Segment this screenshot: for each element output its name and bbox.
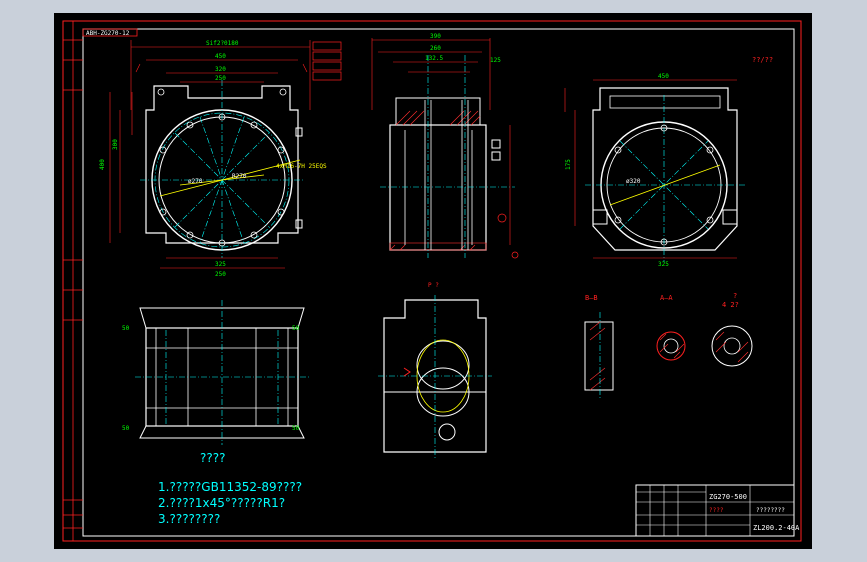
svg-text:300: 300	[112, 139, 119, 150]
svg-text:R270: R270	[232, 173, 247, 180]
drawing-canvas[interactable]	[54, 13, 812, 549]
svg-text:175: 175	[565, 159, 572, 170]
note-2: 2.????1x45°?????R1?	[158, 496, 285, 510]
svg-text:50: 50	[292, 325, 300, 332]
note-3: 3.????????	[158, 512, 220, 526]
svg-text:400: 400	[99, 159, 106, 170]
svg-text:250: 250	[215, 271, 226, 278]
svg-text:ø270: ø270	[188, 178, 203, 185]
svg-text:320: 320	[215, 66, 226, 73]
cad-drawing: ABH-ZG270-12 Sif2?0180 450 320 250 400 3…	[0, 0, 867, 562]
corner-code: ABH-ZG270-12	[86, 30, 130, 37]
svg-text:Sif2?0180: Sif2?0180	[206, 40, 239, 47]
title-model: ZG270-500	[709, 493, 747, 501]
svg-text:?: ?	[733, 292, 737, 300]
svg-text:A—A: A—A	[660, 294, 673, 302]
svg-text:4xM16-7H 25EQS: 4xM16-7H 25EQS	[276, 163, 327, 170]
svg-text:260: 260	[430, 45, 441, 52]
title-name: ????????	[756, 507, 785, 514]
svg-text:B—B: B—B	[585, 294, 598, 302]
svg-text:390: 390	[430, 33, 441, 40]
svg-text:132.5: 132.5	[425, 55, 443, 62]
svg-text:4 2?: 4 2?	[722, 301, 739, 309]
title-small: ????	[709, 507, 724, 514]
svg-text:ø320: ø320	[626, 178, 641, 185]
view-p-label: P ?	[428, 282, 439, 289]
svg-text:325: 325	[658, 261, 669, 268]
note-1: 1.?????GB11352-89????	[158, 480, 302, 494]
svg-text:250: 250	[215, 75, 226, 82]
svg-text:50: 50	[122, 425, 130, 432]
svg-text:50: 50	[292, 425, 300, 432]
svg-text:325: 325	[215, 261, 226, 268]
tech-title: ????	[200, 451, 225, 465]
svg-text:450: 450	[658, 73, 669, 80]
svg-text:450: 450	[215, 53, 226, 60]
svg-text:50: 50	[122, 325, 130, 332]
svg-text:125: 125	[490, 57, 501, 64]
roughness-note: ??/??	[752, 56, 773, 64]
title-code: ZL200.2-40A	[753, 524, 800, 532]
